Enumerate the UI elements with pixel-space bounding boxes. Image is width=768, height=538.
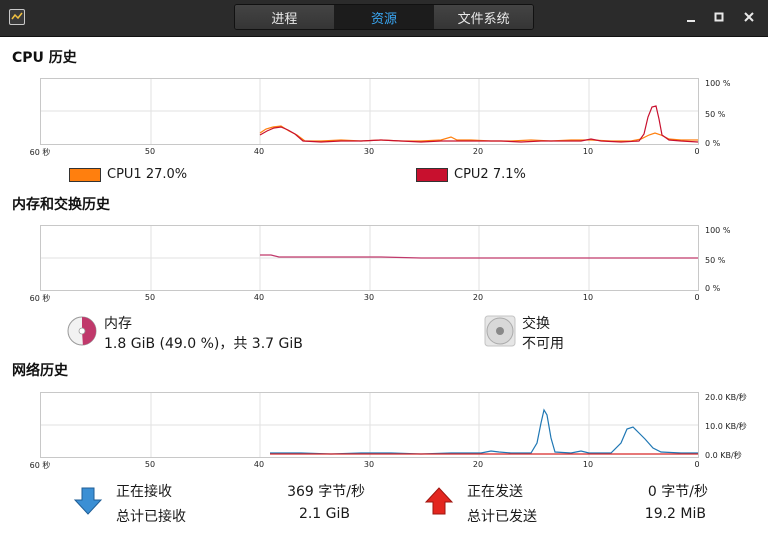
total-received-label: 总计已接收	[116, 509, 186, 525]
tab-filesystems[interactable]: 文件系统	[434, 5, 533, 29]
network-x-label: 50	[144, 460, 156, 469]
cpu-x-label: 0	[694, 147, 700, 156]
swap-value: 不可用	[522, 336, 564, 352]
upload-arrow-icon[interactable]	[424, 486, 454, 516]
cpu-x-label: 20	[472, 147, 484, 156]
download-arrow-icon[interactable]	[73, 486, 103, 516]
cpu-x-label: 10	[582, 147, 594, 156]
network-x-label: 0	[694, 460, 700, 469]
network-y-label: 20.0 KB/秒	[705, 393, 747, 402]
app-icon	[9, 9, 25, 25]
receiving-value: 369 字节/秒	[287, 484, 365, 500]
total-received-value: 2.1 GiB	[298, 506, 350, 522]
total-sent-label: 总计已发送	[467, 509, 537, 525]
tab-resources[interactable]: 资源	[334, 5, 435, 29]
maximize-icon	[714, 12, 724, 22]
network-x-label: 30	[363, 460, 375, 469]
cpu1-color-swatch[interactable]	[69, 168, 101, 182]
network-x-label: 10	[582, 460, 594, 469]
memory-value: 1.8 GiB (49.0 %)，共 3.7 GiB	[104, 336, 303, 352]
cpu-history-title: CPU 历史	[12, 50, 77, 66]
network-y-label: 0.0 KB/秒	[705, 451, 742, 460]
cpu-x-label: 50	[144, 147, 156, 156]
cpu-y-label: 100 %	[705, 79, 731, 88]
memory-x-label: 10	[582, 293, 594, 302]
total-sent-value: 19.2 MiB	[644, 506, 706, 522]
cpu-x-label: 60 秒	[29, 148, 51, 157]
network-graph	[40, 392, 699, 458]
cpu1-legend: CPU1 27.0%	[107, 167, 187, 182]
maximize-button[interactable]	[710, 8, 728, 26]
memory-y-label: 100 %	[705, 226, 731, 235]
network-y-label: 10.0 KB/秒	[705, 422, 747, 431]
memory-x-label: 20	[472, 293, 484, 302]
network-x-label: 40	[253, 460, 265, 469]
memory-history-title: 内存和交换历史	[12, 197, 110, 213]
cpu-y-label: 50 %	[705, 110, 726, 119]
memory-x-label: 30	[363, 293, 375, 302]
network-x-label: 20	[472, 460, 484, 469]
sending-label: 正在发送	[467, 484, 523, 500]
receiving-label: 正在接收	[116, 484, 172, 500]
receive-line	[270, 408, 698, 455]
swap-label: 交换	[522, 316, 550, 332]
cpu-x-label: 40	[253, 147, 265, 156]
swap-disc-icon	[484, 315, 516, 347]
cpu-x-label: 30	[363, 147, 375, 156]
network-history-title: 网络历史	[12, 363, 68, 379]
cpu-y-label: 0 %	[705, 139, 721, 148]
cpu1-name: CPU1	[107, 167, 142, 182]
memory-graph	[40, 225, 699, 291]
tab-bar: 进程 资源 文件系统	[234, 4, 534, 30]
memory-y-label: 50 %	[705, 256, 726, 265]
cpu-graph	[40, 78, 699, 145]
cpu2-name: CPU2	[454, 167, 489, 182]
memory-x-label: 40	[253, 293, 265, 302]
sending-value: 0 字节/秒	[647, 484, 708, 500]
cpu-graph-canvas	[41, 79, 698, 144]
memory-graph-canvas	[41, 226, 698, 290]
memory-x-label: 50	[144, 293, 156, 302]
memory-pie-icon[interactable]	[66, 315, 98, 347]
cpu2-legend: CPU2 7.1%	[454, 167, 526, 182]
network-graph-canvas	[41, 393, 698, 457]
cpu2-color-swatch[interactable]	[416, 168, 448, 182]
network-x-label: 60 秒	[29, 461, 51, 470]
close-icon	[744, 12, 754, 22]
minimize-icon	[687, 20, 695, 22]
tab-processes[interactable]: 进程	[235, 5, 335, 29]
title-bar: 进程 资源 文件系统	[0, 0, 768, 37]
memory-label: 内存	[104, 316, 132, 332]
memory-x-label: 0	[694, 293, 700, 302]
minimize-button[interactable]	[682, 8, 700, 26]
cpu1-value: 27.0%	[145, 167, 188, 182]
cpu2-value: 7.1%	[492, 167, 526, 182]
close-button[interactable]	[740, 8, 758, 26]
memory-x-label: 60 秒	[29, 294, 51, 303]
memory-y-label: 0 %	[705, 284, 721, 293]
